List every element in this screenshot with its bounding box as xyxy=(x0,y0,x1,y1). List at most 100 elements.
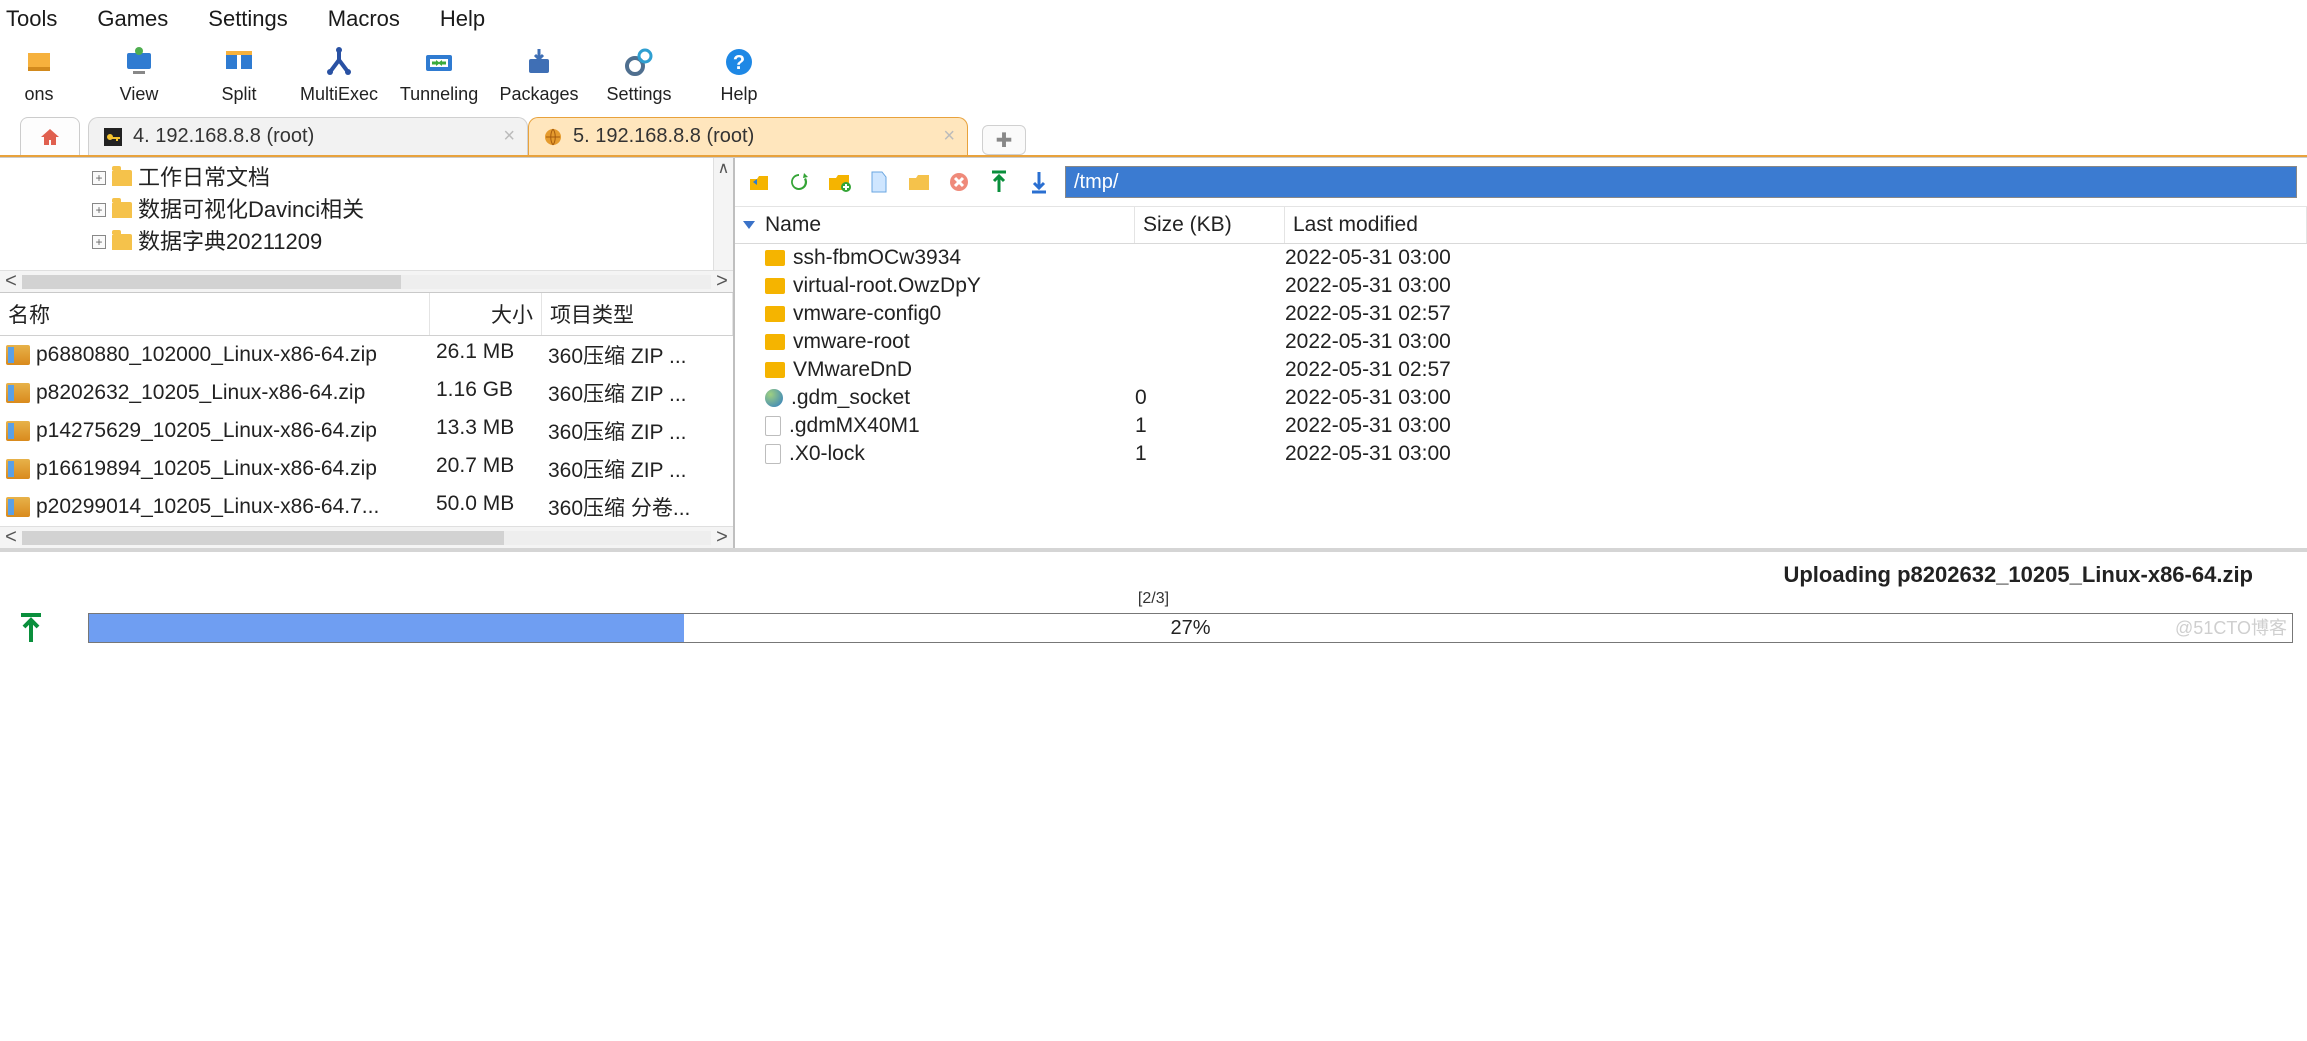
tab-session-5[interactable]: 5. 192.168.8.8 (root) × xyxy=(528,117,968,155)
archive-icon xyxy=(6,383,30,403)
toolbar-settings[interactable]: Settings xyxy=(600,44,678,105)
archive-icon xyxy=(6,345,30,365)
globe-icon xyxy=(543,127,563,147)
table-row[interactable]: virtual-root.OwzDpY2022-05-31 03:00 xyxy=(735,272,2307,300)
file-modified: 2022-05-31 03:00 xyxy=(1285,414,2301,438)
scroll-track[interactable] xyxy=(22,531,711,545)
table-row[interactable]: .gdmMX40M112022-05-31 03:00 xyxy=(735,412,2307,440)
file-type: 360压缩 ZIP ... xyxy=(548,454,727,484)
tree-node[interactable]: + 数据可视化Davinci相关 xyxy=(92,194,729,226)
col-type[interactable]: 项目类型 xyxy=(542,293,733,335)
remote-path-input[interactable]: /tmp/ xyxy=(1065,166,2297,198)
menu-tools[interactable]: Tools xyxy=(0,4,63,34)
tree-node[interactable]: + 数据字典20211209 xyxy=(92,226,729,258)
table-row[interactable]: .gdm_socket02022-05-31 03:00 xyxy=(735,384,2307,412)
tree-hscroll[interactable]: < > xyxy=(0,270,733,292)
table-row[interactable]: p6880880_102000_Linux-x86-64.zip26.1 MB3… xyxy=(0,336,733,374)
toolbar-view[interactable]: View xyxy=(100,44,178,105)
file-size xyxy=(1135,358,1285,382)
toolbar-help[interactable]: ? Help xyxy=(700,44,778,105)
table-row[interactable]: VMwareDnD2022-05-31 02:57 xyxy=(735,356,2307,384)
upload-button[interactable] xyxy=(985,168,1013,196)
table-row[interactable]: .X0-lock12022-05-31 03:00 xyxy=(735,440,2307,468)
upload-label: Uploading p8202632_10205_Linux-x86-64.zi… xyxy=(14,562,2293,588)
folder-icon xyxy=(112,234,132,250)
file-icon xyxy=(765,416,781,436)
scroll-thumb[interactable] xyxy=(22,275,401,289)
scroll-left-icon[interactable]: < xyxy=(0,526,22,549)
folder-icon xyxy=(765,362,785,378)
table-row[interactable]: p14275629_10205_Linux-x86-64.zip13.3 MB3… xyxy=(0,412,733,450)
menu-macros[interactable]: Macros xyxy=(322,4,406,34)
toolbar-multiexec[interactable]: MultiExec xyxy=(300,44,378,105)
file-icon xyxy=(765,444,781,464)
table-row[interactable]: ssh-fbmOCw39342022-05-31 03:00 xyxy=(735,244,2307,272)
local-hscroll[interactable]: < > xyxy=(0,526,733,548)
tab-label: 5. 192.168.8.8 (root) xyxy=(573,125,754,148)
expander-icon[interactable]: + xyxy=(92,235,106,249)
scroll-right-icon[interactable]: > xyxy=(711,526,733,549)
col-size[interactable]: Size (KB) xyxy=(1135,207,1285,243)
folder-icon xyxy=(765,278,785,294)
folder-icon xyxy=(765,306,785,322)
expander-icon[interactable]: + xyxy=(92,203,106,217)
scroll-right-icon[interactable]: > xyxy=(711,270,733,293)
sessions-icon xyxy=(21,44,57,80)
tab-close-icon[interactable]: × xyxy=(943,125,955,148)
menu-games[interactable]: Games xyxy=(91,4,174,34)
col-name[interactable]: 名称 xyxy=(0,293,430,335)
split-icon xyxy=(221,44,257,80)
toolbar-sessions[interactable]: ons xyxy=(0,44,78,105)
file-name: p14275629_10205_Linux-x86-64.zip xyxy=(36,419,377,443)
col-name[interactable]: Name xyxy=(735,207,1135,243)
packages-icon xyxy=(521,44,557,80)
main-toolbar: ons View Split MultiExec Tunneling Packa… xyxy=(0,38,2307,113)
scroll-left-icon[interactable]: < xyxy=(0,270,22,293)
table-row[interactable]: p20299014_10205_Linux-x86-64.7...50.0 MB… xyxy=(0,488,733,526)
toolbar-tunneling[interactable]: Tunneling xyxy=(400,44,478,105)
help-icon: ? xyxy=(721,44,757,80)
parent-dir-button[interactable] xyxy=(745,168,773,196)
new-folder-button[interactable] xyxy=(825,168,853,196)
file-type: 360压缩 ZIP ... xyxy=(548,378,727,408)
tab-session-4[interactable]: 4. 192.168.8.8 (root) × xyxy=(88,117,528,155)
tree-node[interactable]: + 工作日常文档 xyxy=(92,162,729,194)
folder-tree[interactable]: + 工作日常文档 + 数据可视化Davinci相关 + 数据字典20211209 xyxy=(0,158,733,270)
toolbar-split[interactable]: Split xyxy=(200,44,278,105)
svg-text:?: ? xyxy=(733,52,745,74)
table-row[interactable]: vmware-root2022-05-31 03:00 xyxy=(735,328,2307,356)
toolbar-label: Packages xyxy=(499,84,578,105)
new-file-button[interactable] xyxy=(865,168,893,196)
file-name: ssh-fbmOCw3934 xyxy=(793,246,961,270)
download-button[interactable] xyxy=(1025,168,1053,196)
tab-close-icon[interactable]: × xyxy=(503,125,515,148)
menu-settings[interactable]: Settings xyxy=(202,4,294,34)
scroll-track[interactable] xyxy=(22,275,711,289)
table-row[interactable]: p16619894_10205_Linux-x86-64.zip20.7 MB3… xyxy=(0,450,733,488)
tree-vscroll[interactable]: ∧ xyxy=(713,158,733,270)
toolbar-label: Split xyxy=(221,84,256,105)
folder-icon xyxy=(112,202,132,218)
expander-icon[interactable]: + xyxy=(92,171,106,185)
menu-help[interactable]: Help xyxy=(434,4,491,34)
file-modified: 2022-05-31 03:00 xyxy=(1285,442,2301,466)
table-row[interactable]: p8202632_10205_Linux-x86-64.zip1.16 GB36… xyxy=(0,374,733,412)
toolbar-packages[interactable]: Packages xyxy=(500,44,578,105)
refresh-button[interactable] xyxy=(785,168,813,196)
new-tab-button[interactable]: ✚ xyxy=(982,125,1026,155)
local-pane: + 工作日常文档 + 数据可视化Davinci相关 + 数据字典20211209… xyxy=(0,158,735,548)
remote-pane: /tmp/ Name Size (KB) Last modified ssh-f… xyxy=(735,158,2307,548)
col-size[interactable]: 大小 xyxy=(430,293,542,335)
file-type: 360压缩 分卷... xyxy=(548,492,727,522)
folder-tree-wrap: + 工作日常文档 + 数据可视化Davinci相关 + 数据字典20211209… xyxy=(0,158,733,270)
delete-button[interactable] xyxy=(945,168,973,196)
toolbar-label: Settings xyxy=(606,84,671,105)
tree-label: 数据可视化Davinci相关 xyxy=(138,194,364,226)
table-row[interactable]: vmware-config02022-05-31 02:57 xyxy=(735,300,2307,328)
open-folder-button[interactable] xyxy=(905,168,933,196)
folder-icon xyxy=(112,170,132,186)
scroll-thumb[interactable] xyxy=(22,531,504,545)
home-tab[interactable] xyxy=(20,117,80,155)
col-modified[interactable]: Last modified xyxy=(1285,207,2307,243)
key-icon xyxy=(103,127,123,147)
